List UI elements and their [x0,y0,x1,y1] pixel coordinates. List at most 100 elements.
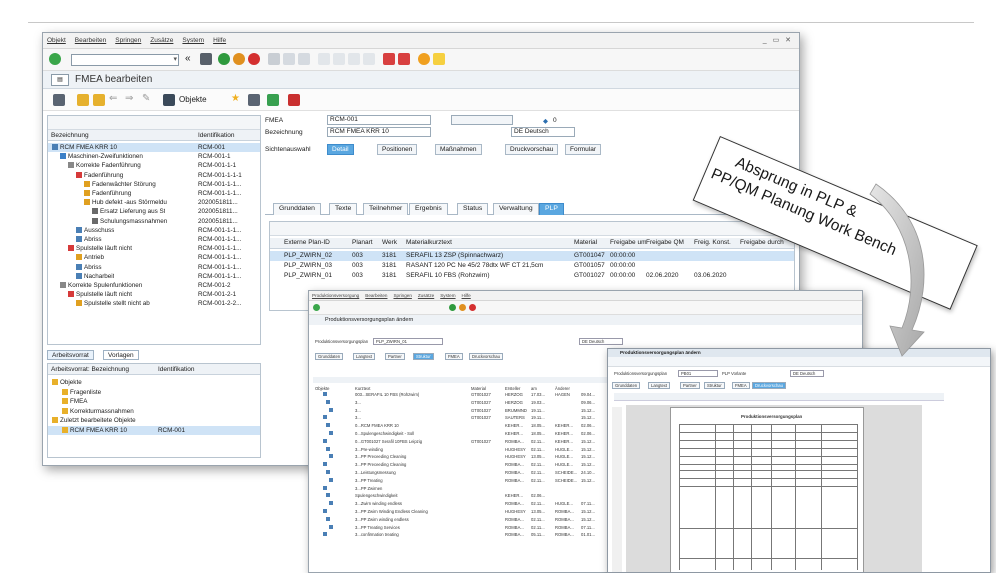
pen-icon[interactable]: ✎ [142,93,154,105]
tab-verwaltung[interactable]: Verwaltung [493,203,539,215]
tree-row[interactable]: Korrekte Fadenführung RCM-001-1-1 [48,161,260,170]
w2-tab[interactable]: FMEA [445,353,463,360]
display-icon[interactable] [53,94,65,106]
w3-tab[interactable]: Druckvorschau [752,382,786,389]
counter-icon[interactable]: ◆ [543,117,548,125]
w3-tab[interactable]: Grunddaten [612,382,641,389]
org-structure-icon[interactable] [267,94,279,106]
tree-row[interactable]: Fadenführung RCM-001-1-1... [48,189,260,198]
find-icon[interactable] [283,53,295,65]
w2-exit-icon[interactable] [459,304,466,311]
w2-tab[interactable]: Struktur [413,353,434,360]
w3-tab[interactable]: Partner [680,382,700,389]
tab-ergebnis[interactable]: Ergebnis [409,203,448,215]
tree-row[interactable]: Spulstelle stellt nicht ab RCM-001-2-2... [48,299,260,308]
new-session-icon[interactable] [383,53,395,65]
shortcut-icon[interactable] [398,53,410,65]
plp-column-header[interactable]: Planart [352,239,380,246]
edit-icon[interactable] [77,94,89,106]
w3-tab[interactable]: Langtext [648,382,671,389]
tab-plp[interactable]: PLP [539,203,564,215]
plp-column-header[interactable]: Freigabe um [610,239,646,246]
exit-icon[interactable] [233,53,245,65]
arbeitsvorrat-row[interactable]: Zuletzt bearbeitete Objekte [48,416,260,425]
tree-row[interactable]: Fadenwächter Störung RCM-001-1-1... [48,180,260,189]
cancel-icon[interactable] [248,53,260,65]
favorite-star-icon[interactable]: ★ [231,93,243,105]
tab-texte[interactable]: Texte [329,203,358,215]
w2-field[interactable]: PLP_ZWIRN_01 [373,338,443,345]
window-controls[interactable]: _ ▭ ✕ [763,36,793,44]
tree-row[interactable]: Ausschuss RCM-001-1-1... [48,226,260,235]
arbeitsvorrat-row[interactable]: Objekte [48,378,260,387]
next-page-icon[interactable] [348,53,360,65]
w2-menu-item[interactable]: Hilfe [462,293,471,298]
save-icon[interactable] [200,53,212,65]
command-field[interactable] [71,54,179,66]
arbeitsvorrat-row[interactable]: Fragenliste [48,388,260,397]
tree-row[interactable]: RCM FMEA KRR 10 RCM-001 [48,143,260,153]
w3-field[interactable]: PB01 [678,370,718,377]
chevron-double-left-icon[interactable]: « [185,53,197,65]
menu-item[interactable]: Hilfe [213,37,226,44]
view-button[interactable]: Formular [565,144,602,155]
w2-cancel-icon[interactable] [469,304,476,311]
tab-arbeitsvorrat[interactable]: Arbeitsvorrat [47,350,94,360]
tree-row[interactable]: Spulstelle läuft nicht RCM-001-2-1 [48,290,260,299]
w2-tab[interactable]: Grunddaten [315,353,344,360]
w2-tab[interactable]: Druckvorschau [469,353,503,360]
plp-column-header[interactable]: Freig. Konst. [694,239,738,246]
w3-tab[interactable]: FMEA [732,382,750,389]
bezeichnung-field[interactable]: RCM FMEA KRR 10 [327,127,431,137]
last-page-icon[interactable] [363,53,375,65]
tree-row[interactable]: Spulstelle läuft nicht RCM-001-1-1... [48,244,260,253]
objekte-button[interactable]: Objekte [179,95,207,104]
tab-vorlagen[interactable]: Vorlagen [103,350,139,360]
form-toolbar-icons[interactable] [451,115,513,125]
plp-table-row[interactable]: PLP_ZWIRN_02 003 3181 SERAFIL 13 ZSP (Spinn… [270,251,794,261]
title-menu-icon[interactable]: ▤ [51,74,69,86]
first-page-icon[interactable] [318,53,330,65]
tree-row[interactable]: Abriss RCM-001-1-1... [48,235,260,244]
tree-row[interactable]: Abriss RCM-001-1-1... [48,263,260,272]
menu-item[interactable]: System [182,37,204,44]
tree-row[interactable]: Antrieb RCM-001-1-1... [48,253,260,262]
create-icon[interactable] [93,94,105,106]
fmea-field[interactable]: RCM-001 [327,115,431,125]
w2-menu-item[interactable]: Springen [393,293,411,298]
tree-row[interactable]: Hub defekt -aus Störmeldu 2020051811... [48,198,260,207]
tree-row[interactable]: Korrekte Spulenfunktionen RCM-001-2 [48,281,260,290]
prev-page-icon[interactable] [333,53,345,65]
w2-menu-item[interactable]: Zusätze [418,293,434,298]
help-icon[interactable] [418,53,430,65]
tree-row[interactable]: Fadenführung RCM-001-1-1-1 [48,171,260,180]
document-icon[interactable] [248,94,260,106]
w2-enter-icon[interactable] [313,304,320,311]
plp-column-header[interactable]: Externe Plan-ID [284,239,352,246]
find-next-icon[interactable] [298,53,310,65]
plp-column-header[interactable]: Werk [382,239,406,246]
tree-row[interactable]: Maschinen-Zweifunktionen RCM-001-1 [48,152,260,161]
back-icon[interactable] [218,53,230,65]
tab-grunddaten[interactable]: Grunddaten [273,203,321,215]
w2-menu-item[interactable]: Produktionsversorgung [312,293,359,298]
view-button[interactable]: Detail [327,144,354,155]
arbeitsvorrat-row[interactable]: Korrekturmassnahmen [48,407,260,416]
w2-tab[interactable]: Langtext [353,353,376,360]
w2-back-icon[interactable] [449,304,456,311]
language-select[interactable]: DE Deutsch [511,127,575,137]
plp-table-row[interactable]: PLP_ZWIRN_01 003 3181 SERAFIL 10 FBS (Rohzw… [270,271,794,281]
w2-language[interactable]: DE Deutsch [579,338,623,345]
menu-item[interactable]: Zusätze [150,37,173,44]
book-icon[interactable] [288,94,300,106]
layout-menu-icon[interactable] [433,53,445,65]
arrow-left-icon[interactable]: ⇐ [109,93,121,105]
tab-teilnehmer[interactable]: Teilnehmer [363,203,409,215]
enter-icon[interactable] [49,53,61,65]
tree-row[interactable]: Nacharbeit RCM-001-1-1... [48,272,260,281]
binoculars-icon[interactable] [163,94,175,106]
menu-item[interactable]: Bearbeiten [75,37,106,44]
menu-item[interactable]: Springen [115,37,141,44]
w3-tab[interactable]: Struktur [704,382,725,389]
plp-table-row[interactable]: PLP_ZWIRN_03 003 3181 RASANT 120 PC Ne 45/2… [270,261,794,271]
